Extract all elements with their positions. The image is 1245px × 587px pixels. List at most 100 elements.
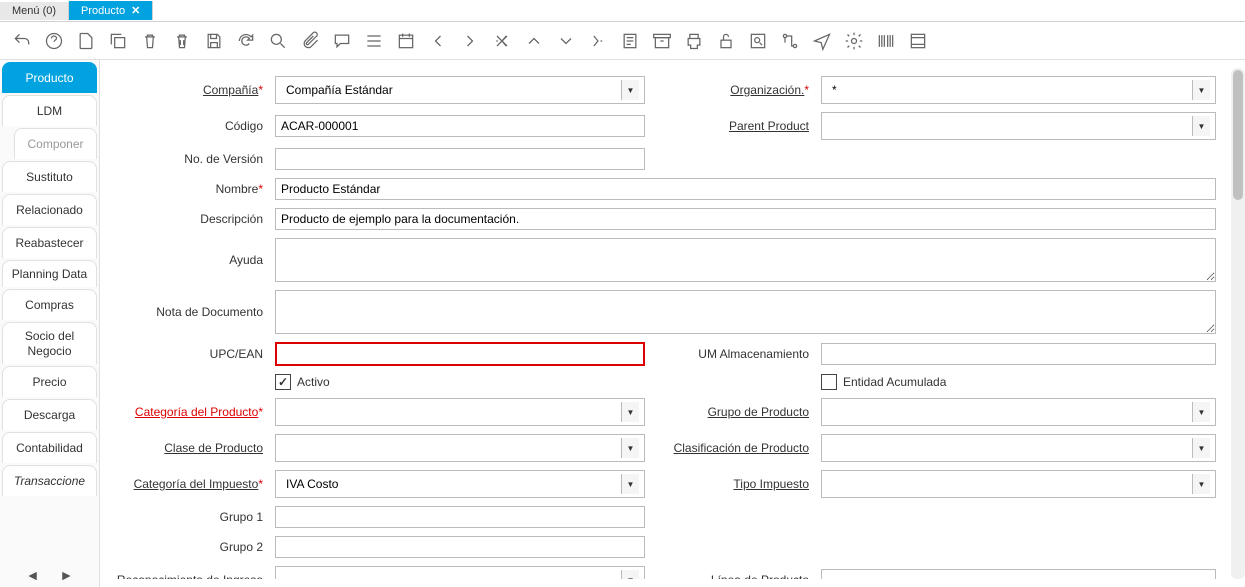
sidebar-item-compras[interactable]: Compras (2, 289, 97, 320)
sidebar-item-ldm[interactable]: LDM (2, 95, 97, 126)
field-grupo-producto[interactable]: ▼ (821, 398, 1216, 426)
field-grupo2[interactable] (275, 536, 645, 558)
label-clasif-producto: Clasificación de Producto (653, 441, 813, 455)
field-cat-impuesto[interactable]: ▼ (275, 470, 645, 498)
help-icon[interactable] (42, 29, 66, 53)
tab-menu[interactable]: Menú (0) (0, 2, 69, 20)
chevron-down-icon[interactable]: ▼ (1192, 474, 1210, 494)
checkbox-activo[interactable]: Activo (275, 374, 645, 390)
label-parent: Parent Product (653, 119, 813, 133)
send-icon[interactable] (810, 29, 834, 53)
field-codigo[interactable] (275, 115, 645, 137)
field-grupo1[interactable] (275, 506, 645, 528)
field-compania[interactable]: ▼ (275, 76, 645, 104)
search-icon[interactable] (266, 29, 290, 53)
delete2-icon[interactable] (170, 29, 194, 53)
label-upc: UPC/EAN (112, 347, 267, 361)
field-reconocimiento[interactable]: ▼ (275, 566, 645, 579)
checkbox-entidad[interactable]: Entidad Acumulada (821, 374, 1216, 390)
first-icon[interactable] (490, 29, 514, 53)
field-organizacion[interactable]: ▼ (821, 76, 1216, 104)
sidebar-item-descarga[interactable]: Descarga (2, 399, 97, 430)
sidebar-item-precio[interactable]: Precio (2, 366, 97, 397)
sidebar-item-socio[interactable]: Socio del Negocio (2, 322, 97, 364)
field-linea[interactable] (821, 569, 1216, 579)
chevron-down-icon[interactable]: ▼ (621, 80, 639, 100)
label-grupo-producto: Grupo de Producto (653, 405, 813, 419)
chevron-down-icon[interactable]: ▼ (621, 438, 639, 458)
chevron-down-icon[interactable]: ▼ (621, 474, 639, 494)
field-nota[interactable] (275, 290, 1216, 334)
parent-icon[interactable] (522, 29, 546, 53)
print-icon[interactable] (682, 29, 706, 53)
sidebar-item-componer[interactable]: Componer (14, 128, 97, 159)
field-nombre[interactable] (275, 178, 1216, 200)
label-grupo2: Grupo 2 (112, 540, 267, 554)
label-cat-impuesto: Categoría del Impuesto* (112, 477, 267, 491)
scrollbar-thumb[interactable] (1233, 70, 1243, 200)
save-icon[interactable] (202, 29, 226, 53)
calendar-icon[interactable] (394, 29, 418, 53)
new-icon[interactable] (74, 29, 98, 53)
prev-icon[interactable] (426, 29, 450, 53)
field-parent[interactable]: ▼ (821, 112, 1216, 140)
label-tipo-impuesto: Tipo Impuesto (653, 477, 813, 491)
sidebar-prev-icon[interactable]: ◄ (26, 567, 40, 583)
field-cat-producto[interactable]: ▼ (275, 398, 645, 426)
sidebar-next-icon[interactable]: ► (60, 567, 74, 583)
detail-icon[interactable] (554, 29, 578, 53)
toggle-icon[interactable] (362, 29, 386, 53)
label-clase-producto: Clase de Producto (112, 441, 267, 455)
copy-icon[interactable] (106, 29, 130, 53)
field-upc[interactable] (275, 342, 645, 366)
field-um-alm[interactable] (821, 343, 1216, 365)
label-ayuda: Ayuda (112, 253, 267, 267)
chevron-down-icon[interactable]: ▼ (1192, 116, 1210, 136)
sidebar-item-reabastecer[interactable]: Reabastecer (2, 227, 97, 258)
label-descripcion: Descripción (112, 212, 267, 226)
field-clasif-producto[interactable]: ▼ (821, 434, 1216, 462)
chevron-down-icon[interactable]: ▼ (1192, 80, 1210, 100)
label-version: No. de Versión (112, 152, 267, 166)
label-organizacion: Organización.* (653, 83, 813, 97)
archive-icon[interactable] (650, 29, 674, 53)
sidebar-item-transacciones[interactable]: Transaccione (2, 465, 97, 496)
next-icon[interactable] (458, 29, 482, 53)
form-icon[interactable] (906, 29, 930, 53)
workflow-icon[interactable] (778, 29, 802, 53)
chevron-down-icon[interactable]: ▼ (621, 570, 639, 579)
chevron-down-icon[interactable]: ▼ (1192, 402, 1210, 422)
attachment-icon[interactable] (298, 29, 322, 53)
checkbox-icon[interactable] (821, 374, 837, 390)
label-compania: Compañía* (112, 83, 267, 97)
sidebar-item-relacionado[interactable]: Relacionado (2, 194, 97, 225)
undo-icon[interactable] (10, 29, 34, 53)
close-icon[interactable]: ✕ (131, 4, 140, 17)
report-icon[interactable] (618, 29, 642, 53)
tab-producto[interactable]: Producto ✕ (69, 1, 153, 20)
barcode-icon[interactable] (874, 29, 898, 53)
chat-icon[interactable] (330, 29, 354, 53)
scrollbar[interactable] (1231, 68, 1245, 579)
refresh-icon[interactable] (234, 29, 258, 53)
checkbox-icon[interactable] (275, 374, 291, 390)
label-linea: Línea de Producto (653, 573, 813, 579)
sidebar-item-producto[interactable]: Producto (2, 62, 97, 93)
sidebar-item-contabilidad[interactable]: Contabilidad (2, 432, 97, 463)
chevron-down-icon[interactable]: ▼ (621, 402, 639, 422)
chevron-down-icon[interactable]: ▼ (1192, 438, 1210, 458)
field-tipo-impuesto[interactable]: ▼ (821, 470, 1216, 498)
field-clase-producto[interactable]: ▼ (275, 434, 645, 462)
field-ayuda[interactable] (275, 238, 1216, 282)
sidebar-item-planning[interactable]: Planning Data (2, 260, 97, 287)
zoom-icon[interactable] (746, 29, 770, 53)
lock-icon[interactable] (714, 29, 738, 53)
gear-icon[interactable] (842, 29, 866, 53)
delete-icon[interactable] (138, 29, 162, 53)
field-version[interactable] (275, 148, 645, 170)
field-descripcion[interactable] (275, 208, 1216, 230)
sidebar-item-sustituto[interactable]: Sustituto (2, 161, 97, 192)
label-nota: Nota de Documento (112, 305, 267, 319)
toolbar (0, 22, 1245, 60)
last-icon[interactable] (586, 29, 610, 53)
